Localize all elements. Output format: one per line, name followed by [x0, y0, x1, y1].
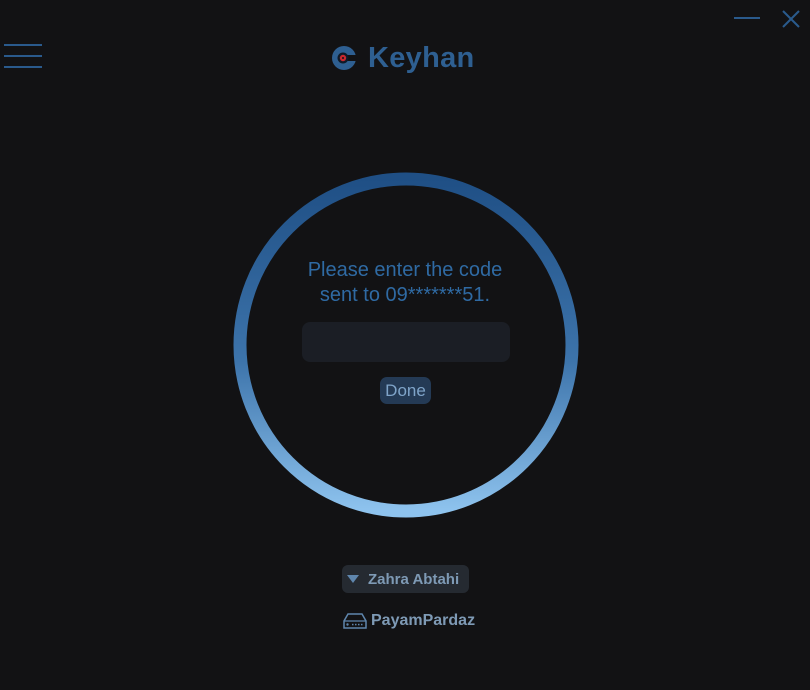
organization-info: PayamPardaz — [343, 610, 475, 632]
app-window: Keyhan Please enter the code sent to 09*… — [0, 0, 810, 690]
prompt-line-1: Please enter the code — [307, 259, 503, 281]
minimize-icon[interactable] — [734, 8, 760, 28]
verification-prompt: Please enter the code sent to 09*******5… — [255, 258, 555, 308]
caret-down-icon — [347, 575, 359, 583]
app-header: Keyhan — [330, 38, 475, 78]
server-icon — [343, 613, 367, 629]
close-icon[interactable] — [780, 8, 802, 30]
done-button[interactable]: Done — [380, 377, 431, 404]
hamburger-menu-icon[interactable] — [4, 42, 42, 70]
organization-name: PayamPardaz — [371, 612, 476, 629]
verification-code-input[interactable] — [302, 322, 510, 362]
user-name: Zahra Abtahi — [368, 570, 460, 588]
user-dropdown[interactable]: Zahra Abtahi — [342, 565, 469, 593]
prompt-line-2: sent to 09*******51. — [319, 284, 491, 306]
app-title: Keyhan — [368, 41, 475, 74]
keyhan-logo-icon — [332, 46, 357, 70]
